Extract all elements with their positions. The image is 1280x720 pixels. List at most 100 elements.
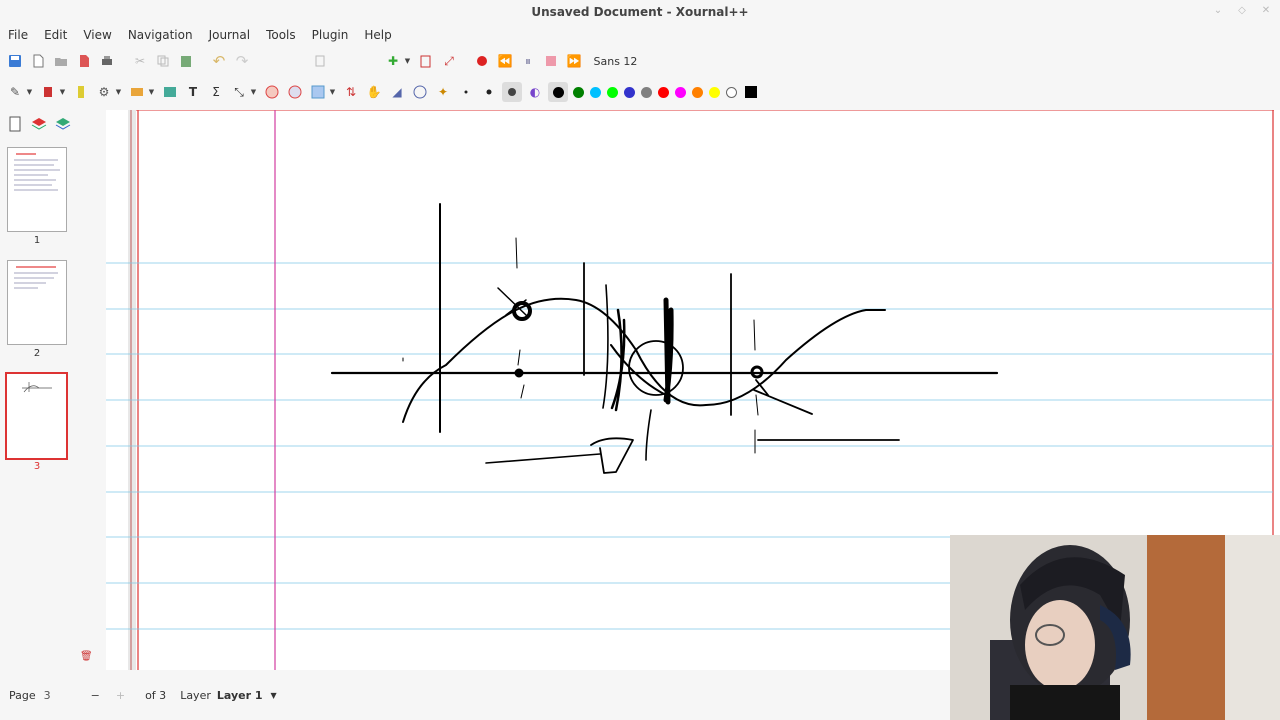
rewind-icon[interactable]: ⏪	[495, 51, 515, 71]
status-bar: Page 3 − + of 3 Layer Layer 1 ▼	[0, 682, 950, 708]
page-thumbnail-3[interactable]	[5, 372, 68, 460]
layer-label: Layer	[180, 688, 211, 702]
color-swatch[interactable]	[691, 86, 703, 98]
cut-icon[interactable]: ✂	[130, 51, 150, 71]
save-icon[interactable]	[5, 51, 25, 71]
layer-selector[interactable]: Layer 1	[217, 689, 263, 702]
sidebar-tabs	[6, 115, 72, 133]
page-number-1: 1	[33, 235, 41, 246]
close-icon[interactable]: ✕	[1260, 5, 1272, 16]
zoom-fit-icon[interactable]: ⤢	[439, 51, 459, 71]
shape-recognizer-icon[interactable]	[262, 82, 282, 102]
menu-file[interactable]: File	[0, 25, 36, 45]
menu-journal[interactable]: Journal	[201, 25, 259, 45]
page-preview-tab-icon[interactable]	[6, 115, 24, 133]
redo-icon[interactable]: ↷	[232, 51, 252, 71]
chevron-down-icon[interactable]: ▼	[404, 51, 412, 71]
text-tool-icon[interactable]: T	[183, 82, 203, 102]
layers-tab-icon[interactable]	[30, 115, 48, 133]
menu-help[interactable]: Help	[356, 25, 399, 45]
page-thumbnail-2[interactable]	[7, 260, 67, 345]
title-bar: Unsaved Document - Xournal++ ⌄ ◇ ✕	[0, 0, 1280, 24]
menu-bar: File Edit View Navigation Journal Tools …	[0, 25, 400, 45]
medium-dot-icon[interactable]	[479, 82, 499, 102]
shape-dropdown-icon[interactable]: ▼	[329, 82, 337, 102]
menu-navigation[interactable]: Navigation	[120, 25, 201, 45]
select-tool-icon[interactable]: ⚙	[94, 82, 114, 102]
layers-stack-icon[interactable]	[54, 115, 72, 133]
color-swatch[interactable]	[572, 86, 584, 98]
highlighter-icon[interactable]	[71, 82, 91, 102]
pen-dropdown-icon[interactable]: ▼	[26, 82, 34, 102]
minimize-icon[interactable]: ⌄	[1212, 5, 1224, 16]
record-icon[interactable]	[472, 51, 492, 71]
page-number-3: 3	[33, 461, 41, 472]
color-swatch[interactable]	[674, 86, 686, 98]
rectangle-icon[interactable]	[308, 82, 328, 102]
color-swatch[interactable]	[657, 86, 669, 98]
vertical-tool-icon[interactable]: ⇅	[341, 82, 361, 102]
fill-icon[interactable]: ◐	[525, 82, 545, 102]
color-black-selected[interactable]	[548, 82, 568, 102]
vertical-space-dropdown-icon[interactable]: ▼	[250, 82, 258, 102]
paste-icon[interactable]	[176, 51, 196, 71]
menu-view[interactable]: View	[75, 25, 119, 45]
color-swatch[interactable]	[708, 86, 720, 98]
window-title: Unsaved Document - Xournal++	[531, 5, 749, 19]
new-document-icon[interactable]	[28, 51, 48, 71]
stop-icon[interactable]	[541, 51, 561, 71]
thick-dot-icon[interactable]	[502, 82, 522, 102]
page-increment-button[interactable]: +	[116, 689, 125, 702]
pause-icon[interactable]: ⏸	[518, 51, 538, 71]
color-swatch[interactable]	[623, 86, 635, 98]
page-count-label: of 3	[145, 688, 167, 702]
tools-toolbar: ✎ ▼ ▼ ⚙ ▼ ▼ T Σ ⤡ ▼ ▼ ⇅ ✋ ◢ ✦ ◐	[0, 78, 763, 106]
page-label: Page	[9, 688, 36, 702]
stroke-dropdown-icon[interactable]: ▼	[148, 82, 156, 102]
main-toolbar: ✂ ↶ ↷ ✚ ▼ ⤢ ⏪ ⏸ ⏩ Sans 12	[0, 47, 637, 75]
print-icon[interactable]	[97, 51, 117, 71]
export-pdf-icon[interactable]	[74, 51, 94, 71]
page-number-2: 2	[33, 348, 41, 359]
color-swatch[interactable]	[725, 86, 737, 98]
hand-icon[interactable]: ✋	[364, 82, 384, 102]
insert-page-icon[interactable]: ✚	[383, 51, 403, 71]
layer-dropdown-icon[interactable]: ▼	[271, 691, 277, 700]
webcam-overlay	[950, 535, 1280, 720]
menu-edit[interactable]: Edit	[36, 25, 75, 45]
latex-icon[interactable]: Σ	[206, 82, 226, 102]
maximize-icon[interactable]: ◇	[1236, 5, 1248, 16]
setsquare-icon[interactable]: ◢	[387, 82, 407, 102]
image-icon[interactable]	[160, 82, 180, 102]
magic-wand-icon[interactable]: ✦	[433, 82, 453, 102]
copy-icon[interactable]	[153, 51, 173, 71]
color-swatch[interactable]	[589, 86, 601, 98]
open-folder-icon[interactable]	[51, 51, 71, 71]
eraser-dropdown-icon[interactable]: ▼	[59, 82, 67, 102]
select-dropdown-icon[interactable]: ▼	[115, 82, 123, 102]
color-palette	[570, 86, 740, 98]
page-sidebar-trash-icon[interactable]: 🗑	[80, 651, 93, 662]
stroke-select-icon[interactable]	[127, 82, 147, 102]
page-decrement-button[interactable]: −	[91, 689, 100, 702]
thin-dot-icon[interactable]	[456, 82, 476, 102]
pen-icon[interactable]: ✎	[5, 82, 25, 102]
page-thumbnail-1[interactable]	[7, 147, 67, 232]
page-preview-sidebar: 1 2 3 🗑	[0, 110, 106, 670]
font-selector[interactable]: Sans 12	[594, 55, 638, 68]
fast-forward-icon[interactable]: ⏩	[564, 51, 584, 71]
compass-icon[interactable]	[410, 82, 430, 102]
eraser-icon[interactable]	[38, 82, 58, 102]
copy-page-icon[interactable]	[310, 51, 330, 71]
vertical-space-icon[interactable]: ⤡	[229, 82, 249, 102]
window-controls: ⌄ ◇ ✕	[1212, 5, 1272, 16]
color-swatch[interactable]	[606, 86, 618, 98]
delete-page-icon[interactable]	[416, 51, 436, 71]
custom-color-icon[interactable]	[741, 82, 761, 102]
menu-plugin[interactable]: Plugin	[304, 25, 357, 45]
color-swatch[interactable]	[640, 86, 652, 98]
page-number-input[interactable]: 3	[44, 689, 89, 702]
undo-icon[interactable]: ↶	[209, 51, 229, 71]
menu-tools[interactable]: Tools	[258, 25, 304, 45]
ruler-snap-icon[interactable]	[285, 82, 305, 102]
